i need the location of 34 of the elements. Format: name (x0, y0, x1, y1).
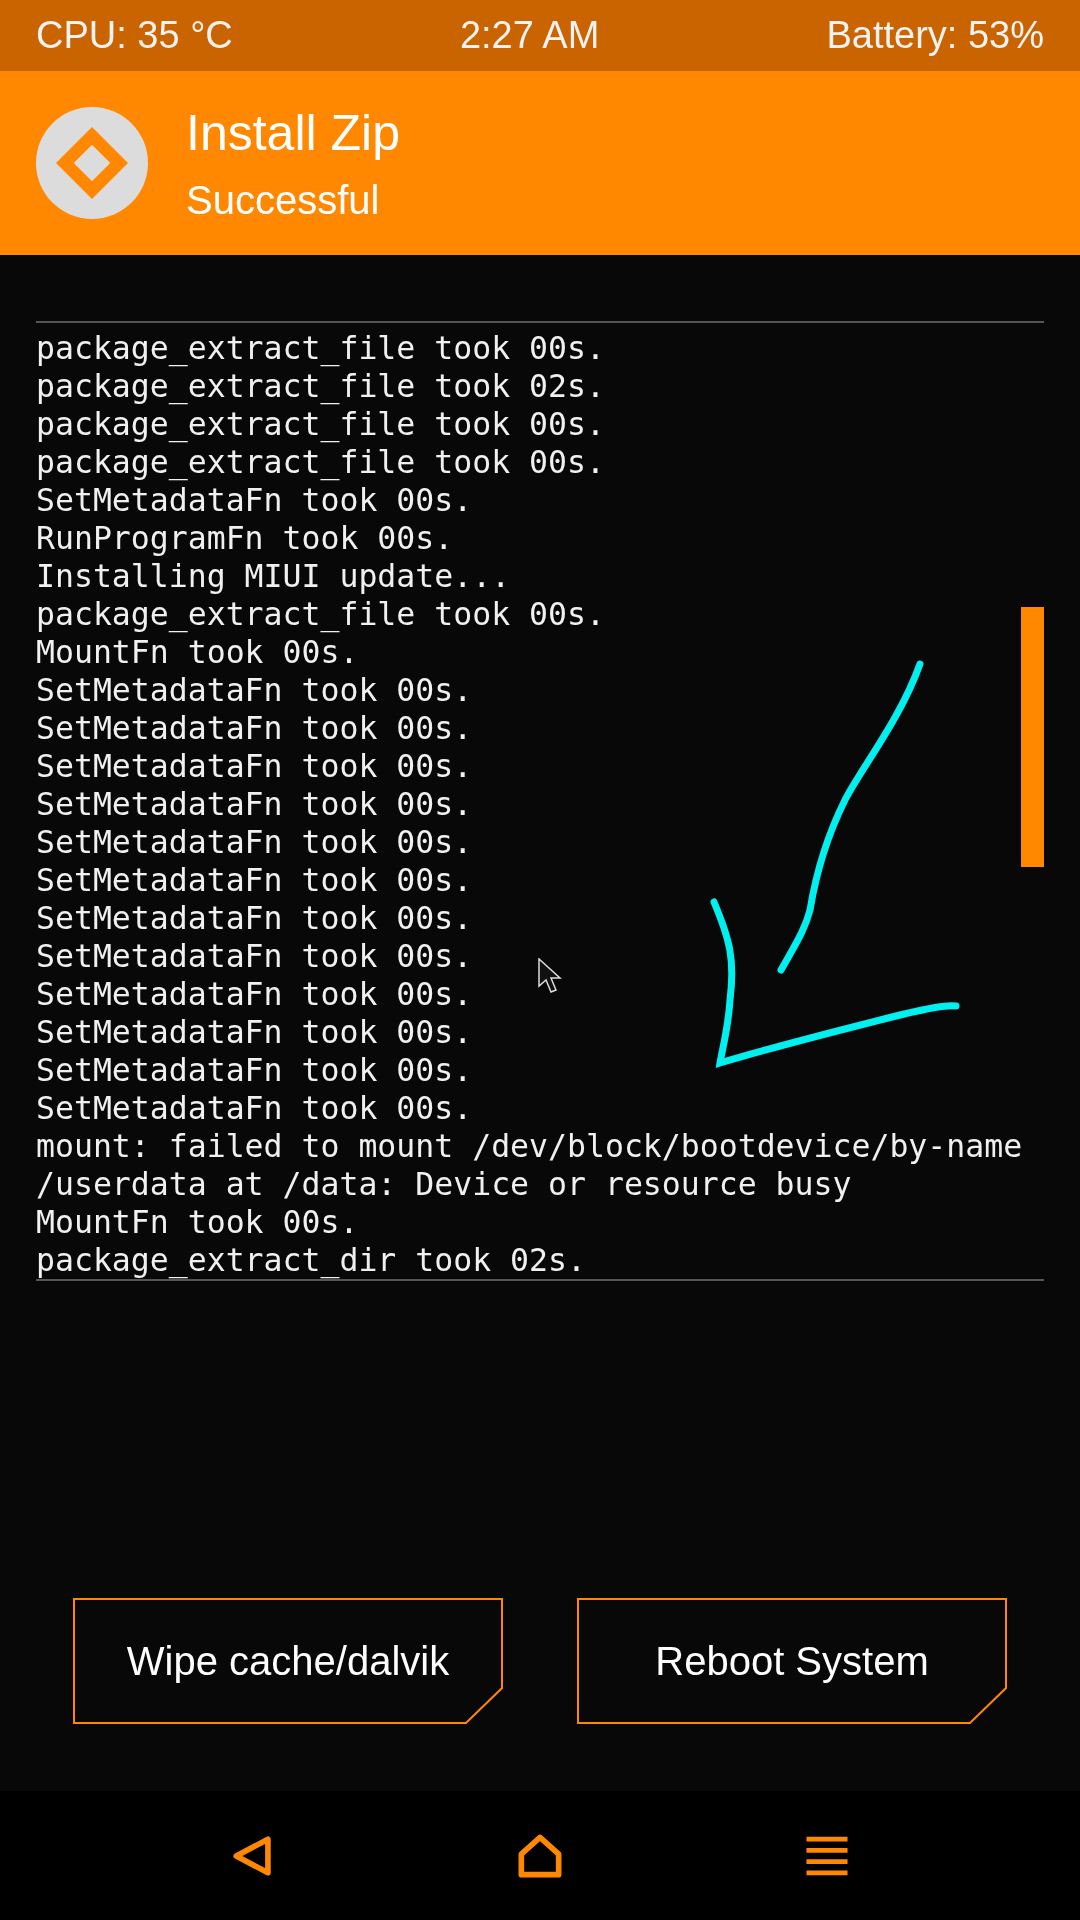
log-line: MountFn took 00s. (36, 1203, 359, 1241)
log-line: package_extract_file took 00s. (36, 443, 605, 481)
log-line: SetMetadataFn took 00s. (36, 1089, 473, 1127)
log-line: SetMetadataFn took 00s. (36, 975, 473, 1013)
log-line: package_extract_file took 02s. (36, 367, 605, 405)
log-line: SetMetadataFn took 00s. (36, 1051, 473, 1089)
log-line: Installing MIUI update... (36, 557, 511, 595)
log-line: /userdata at /data: Device or resource busy (36, 1165, 852, 1203)
log-line: package_extract_file took 00s. (36, 595, 605, 633)
action-button[interactable]: Wipe cache/dalvik (73, 1598, 503, 1724)
log-line: SetMetadataFn took 00s. (36, 1013, 473, 1051)
cpu-temperature: CPU: 35 °C (36, 14, 233, 57)
log-line: MountFn took 00s. (36, 633, 359, 671)
battery-level: Battery: 53% (826, 14, 1044, 57)
log-line: SetMetadataFn took 00s. (36, 785, 473, 823)
mouse-cursor-icon (538, 958, 562, 994)
log-line: SetMetadataFn took 00s. (36, 747, 473, 785)
log-line: mount: failed to mount /dev/block/bootdevice/by-name (36, 1127, 1023, 1165)
log-line: package_extract_dir took 02s. (36, 1241, 586, 1279)
log-line: package_extract_file took 00s. (36, 405, 605, 443)
log-line: SetMetadataFn took 00s. (36, 671, 473, 709)
screen-title: Install Zip (186, 103, 400, 162)
log-line: SetMetadataFn took 00s. (36, 481, 473, 519)
clock: 2:27 AM (459, 14, 600, 57)
logo-icon (36, 107, 148, 219)
status-subtitle: Successful (186, 177, 381, 223)
log-line: SetMetadataFn took 00s. (36, 823, 473, 861)
log-line: RunProgramFn took 00s. (36, 519, 454, 557)
log-line: SetMetadataFn took 00s. (36, 861, 473, 899)
log-line: SetMetadataFn took 00s. (36, 899, 473, 937)
log-line: SetMetadataFn took 00s. (36, 709, 473, 747)
log-line: package_extract_file took 00s. (36, 329, 605, 367)
log-line: SetMetadataFn took 00s. (36, 937, 473, 975)
action-button[interactable]: Reboot System (577, 1598, 1007, 1724)
